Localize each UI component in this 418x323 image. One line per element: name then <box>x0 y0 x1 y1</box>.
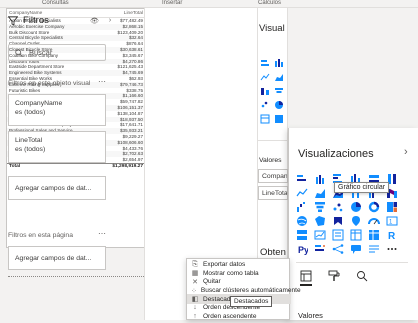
cluster-icon: ⁘ <box>191 287 197 295</box>
svg-text:R: R <box>388 231 396 241</box>
filters-actions: 👁 › <box>90 17 111 25</box>
narrow-viz-icons <box>260 58 288 128</box>
destacados-tooltip: Destacados <box>230 296 273 307</box>
matrix-icon[interactable] <box>368 229 380 241</box>
spotlight-icon: ◧ <box>191 296 199 304</box>
export-icon: ⎘ <box>192 260 198 268</box>
context-menu-label: Quitar <box>203 278 221 286</box>
decomposition-tree-icon[interactable] <box>332 243 344 255</box>
filter-card-value: es (todos) <box>15 109 46 116</box>
funnel-chart-icon[interactable] <box>274 86 288 100</box>
svg-text:Py: Py <box>298 245 308 255</box>
column-header-linetotal[interactable]: LineTotal <box>124 11 143 16</box>
stacked-bar-icon[interactable] <box>260 58 274 72</box>
narrow-pane-divider <box>258 140 288 141</box>
clustered-column-icon[interactable] <box>274 58 288 72</box>
ribbon-tab-calculos[interactable]: Cálculos <box>258 0 281 6</box>
slicer-icon[interactable] <box>332 229 344 241</box>
ribbon-chart-icon[interactable] <box>260 86 274 100</box>
context-menu-label: Mostrar como tabla <box>203 269 259 277</box>
value-well-companyname[interactable]: Compan <box>258 169 288 183</box>
filters-pane-title: Filtros <box>8 15 49 26</box>
cell-linetotal: $2,654.97 <box>122 157 143 163</box>
pie-chart-icon[interactable] <box>350 201 362 213</box>
card-icon[interactable]: 1 <box>386 215 398 227</box>
table-icon[interactable] <box>350 229 362 241</box>
pie-chart-icon[interactable] <box>274 100 288 114</box>
shape-map-icon[interactable] <box>332 215 344 227</box>
section-page-filters: Filtros en esta página <box>8 232 73 239</box>
map-icon[interactable] <box>296 215 308 227</box>
filter-card-companyname[interactable]: CompanyName es (todos) <box>8 94 106 126</box>
line-chart-icon[interactable] <box>260 72 274 86</box>
table-icon[interactable] <box>260 114 274 128</box>
funnel-chart-icon[interactable] <box>314 201 326 213</box>
filter-card-field: LineTotal <box>15 137 43 144</box>
pie-chart-tooltip: Gráfico circular <box>334 182 390 193</box>
viz-tabs <box>300 270 368 284</box>
filter-card-field: CompanyName <box>15 100 63 107</box>
donut-chart-icon[interactable] <box>368 201 380 213</box>
total-label: Total <box>9 163 21 169</box>
key-influencers-icon[interactable] <box>314 243 326 255</box>
close-icon: ✕ <box>192 278 198 286</box>
chevron-right-icon[interactable]: › <box>404 146 408 158</box>
area-chart-icon[interactable] <box>274 72 288 86</box>
valores-label-narrow: Valores <box>259 157 282 164</box>
valores-label: Valores <box>298 311 323 320</box>
kpi-icon[interactable] <box>314 229 326 241</box>
scatter-chart-icon[interactable] <box>332 201 344 213</box>
context-menu: ⎘ Exportar datos ▦ Mostrar como tabla ✕ Quita… <box>186 258 301 320</box>
treemap-icon[interactable] <box>386 201 398 213</box>
python-visual-icon[interactable]: Py <box>296 243 308 255</box>
gauge-icon[interactable] <box>368 215 380 227</box>
funnel-icon <box>8 15 18 26</box>
sort-asc-icon: ↑ <box>193 312 197 320</box>
total-value: $1,298,919.27 <box>112 163 143 169</box>
more-visuals-icon[interactable] <box>386 243 398 255</box>
visualizations-pane-title: Visual <box>259 23 285 34</box>
active-tab-underline <box>300 284 312 286</box>
matrix-icon[interactable] <box>274 114 288 128</box>
waterfall-icon[interactable] <box>296 201 308 213</box>
visualizations-title: Visualizaciones <box>298 148 374 160</box>
ribbon-tab-insertar[interactable]: Insertar <box>162 0 182 6</box>
area-chart-icon[interactable] <box>314 187 326 199</box>
stacked-column-icon[interactable] <box>314 173 326 185</box>
context-menu-label: Exportar datos <box>203 261 246 269</box>
r-visual-icon[interactable]: R <box>386 229 398 241</box>
add-fields-page-button[interactable]: Agregar campos de dat... <box>8 246 106 270</box>
sort-desc-icon: ↓ <box>193 304 197 312</box>
stacked-bar-icon[interactable] <box>296 173 308 185</box>
filters-search-input[interactable]: Buscar <box>8 44 106 61</box>
obtener-label: Obten <box>260 247 286 258</box>
collapse-chevron-icon[interactable]: › <box>109 17 111 25</box>
qa-icon[interactable] <box>350 243 362 255</box>
smart-narrative-icon[interactable] <box>368 243 380 255</box>
filter-card-value: es (todos) <box>15 146 46 153</box>
eye-icon[interactable]: 👁 <box>90 17 99 25</box>
multirow-card-icon[interactable] <box>296 229 308 241</box>
context-menu-label: Orden ascendente <box>203 312 257 320</box>
add-fields-visual-button[interactable]: Agregar campos de dat... <box>8 176 106 200</box>
line-chart-icon[interactable] <box>296 187 308 199</box>
viz-divider <box>296 262 408 263</box>
fields-tab-icon[interactable] <box>300 270 312 284</box>
section-visual-filters: Filtros en este objeto visual <box>8 80 91 87</box>
table-total-row: Total $1,298,919.27 <box>7 162 147 170</box>
section-page-more-icon[interactable]: ⋯ <box>98 229 106 238</box>
filter-card-linetotal[interactable]: LineTotal es (todos) <box>8 131 106 163</box>
analytics-magnifier-icon[interactable] <box>356 270 368 284</box>
scatter-chart-icon[interactable] <box>260 100 274 114</box>
filled-map-icon[interactable] <box>314 215 326 227</box>
format-paint-roller-icon[interactable] <box>328 270 340 284</box>
context-menu-label: Buscar clústeres automáticamente <box>200 287 301 295</box>
search-icon <box>15 48 23 57</box>
ribbon-tab-consultas[interactable]: Consultas <box>42 0 69 6</box>
ribbon: Consultas Insertar Cálculos <box>0 0 418 8</box>
section-more-icon[interactable]: ⋯ <box>98 77 106 86</box>
table-icon: ▦ <box>191 270 199 278</box>
azure-map-icon[interactable] <box>350 215 362 227</box>
value-well-linetotal[interactable]: LineTota <box>258 186 288 200</box>
